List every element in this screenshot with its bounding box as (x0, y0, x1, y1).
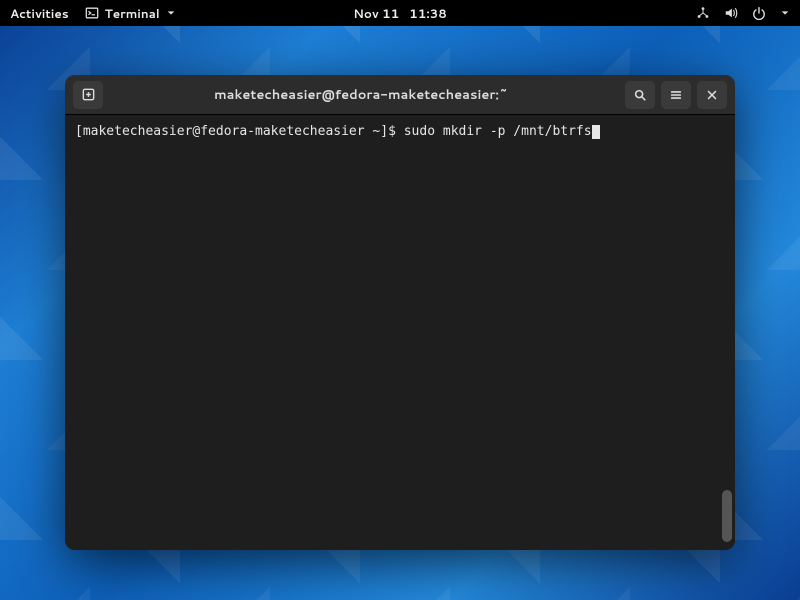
window-titlebar[interactable]: maketecheasier@fedora-maketecheasier:~ (65, 75, 735, 115)
terminal-window: maketecheasier@fedora-maketecheasier:~ [… (65, 75, 735, 550)
gnome-topbar: Activities Terminal Nov 11 11:38 (0, 0, 800, 26)
scrollbar-thumb[interactable] (722, 490, 732, 542)
chevron-down-icon (166, 8, 176, 18)
scrollbar[interactable] (722, 119, 732, 546)
search-button[interactable] (625, 81, 655, 109)
new-tab-button[interactable] (73, 81, 103, 109)
window-title: maketecheasier@fedora-maketecheasier:~ (103, 86, 619, 104)
close-button[interactable] (697, 81, 727, 109)
topbar-app-menu[interactable]: Terminal (85, 5, 176, 22)
topbar-app-name: Terminal (105, 5, 160, 22)
shell-command: sudo mkdir -p /mnt/btrfs (404, 124, 592, 139)
topbar-time: 11:38 (409, 5, 447, 22)
terminal-body[interactable]: [maketecheasier@fedora-maketecheasier ~]… (65, 115, 735, 550)
menu-button[interactable] (661, 81, 691, 109)
chevron-down-icon[interactable] (780, 8, 790, 18)
shell-prompt: [maketecheasier@fedora-maketecheasier ~]… (75, 124, 404, 139)
power-icon[interactable] (752, 6, 766, 20)
volume-icon[interactable] (724, 6, 738, 20)
network-icon[interactable] (696, 6, 710, 20)
activities-button[interactable]: Activities (10, 5, 69, 22)
topbar-date: Nov 11 (353, 5, 399, 22)
text-cursor (592, 125, 600, 139)
terminal-icon (85, 6, 99, 20)
topbar-datetime[interactable]: Nov 11 11:38 (353, 5, 447, 22)
